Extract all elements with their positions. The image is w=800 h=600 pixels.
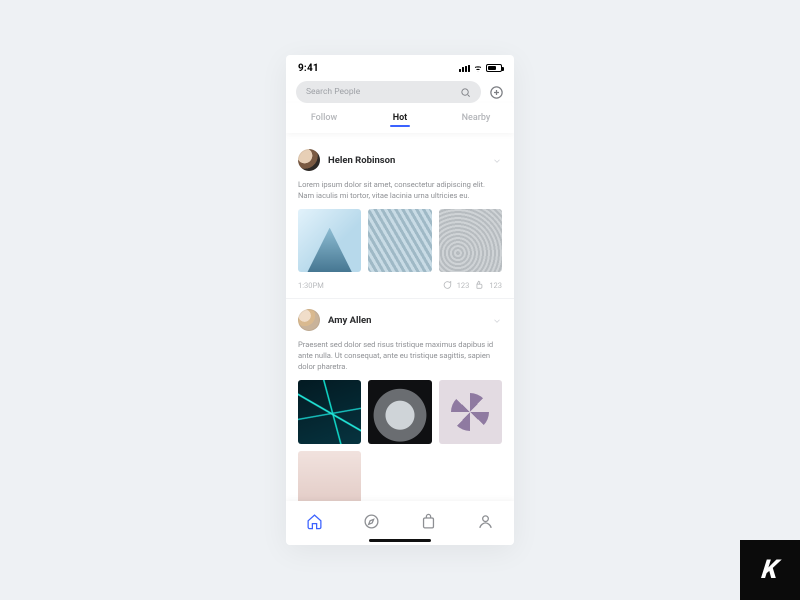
card-gallery [298,209,502,272]
brand-letter: K [760,555,780,585]
bottom-nav [286,501,514,545]
nav-explore[interactable] [363,513,380,534]
search-icon [460,87,471,98]
search-input[interactable]: Search People [296,81,481,103]
battery-icon [486,64,502,72]
avatar[interactable] [298,309,320,331]
thumb[interactable] [368,380,431,443]
nav-shop[interactable] [420,513,437,534]
plus-circle-icon [489,85,504,100]
home-icon [306,513,323,530]
comments-count: 123 [457,281,470,290]
thumb[interactable] [298,380,361,443]
tab-nearby[interactable]: Nearby [438,113,514,123]
status-bar: 9:41 [286,55,514,81]
brand-badge: K [740,540,800,600]
home-indicator [369,539,431,542]
search-row: Search People [286,81,514,103]
like-icon[interactable] [474,280,484,290]
feed-tabs: Follow Hot Nearby [286,103,514,133]
card-gallery [298,380,502,501]
add-button[interactable] [489,85,504,100]
card-meta: 1:30PM 123 123 [298,280,502,290]
chevron-down-icon [492,316,502,326]
card-header: Amy Allen [298,309,502,331]
thumb[interactable] [439,380,502,443]
feed-scroll[interactable]: Helen Robinson Lorem ipsum dolor sit ame… [286,139,514,501]
thumb[interactable] [298,209,361,272]
comments-icon[interactable] [442,280,452,290]
wifi-icon [473,64,483,72]
card-body: Praesent sed dolor sed risus tristique m… [298,339,502,372]
shopping-bag-icon [420,513,437,530]
timestamp: 1:30PM [298,281,324,290]
card-menu-button[interactable] [492,151,502,170]
likes-count: 123 [489,281,502,290]
search-placeholder: Search People [306,87,360,97]
feed-card: Helen Robinson Lorem ipsum dolor sit ame… [286,139,514,299]
status-icons [459,64,502,72]
user-icon [477,513,494,530]
cellular-icon [459,65,470,72]
thumb[interactable] [298,451,361,501]
feed-card: Amy Allen Praesent sed dolor sed risus t… [286,299,514,501]
nav-home[interactable] [306,513,323,534]
thumb[interactable] [368,209,431,272]
tab-follow[interactable]: Follow [286,113,362,123]
tab-hot[interactable]: Hot [362,113,438,123]
compass-icon [363,513,380,530]
status-time: 9:41 [298,63,319,74]
avatar[interactable] [298,149,320,171]
nav-profile[interactable] [477,513,494,534]
card-body: Lorem ipsum dolor sit amet, consectetur … [298,179,502,201]
user-name[interactable]: Amy Allen [328,315,371,326]
chevron-down-icon [492,156,502,166]
phone-frame: 9:41 Search People Follow Hot Nearby Hel… [286,55,514,545]
card-header: Helen Robinson [298,149,502,171]
thumb[interactable] [439,209,502,272]
user-name[interactable]: Helen Robinson [328,155,395,166]
card-menu-button[interactable] [492,311,502,330]
